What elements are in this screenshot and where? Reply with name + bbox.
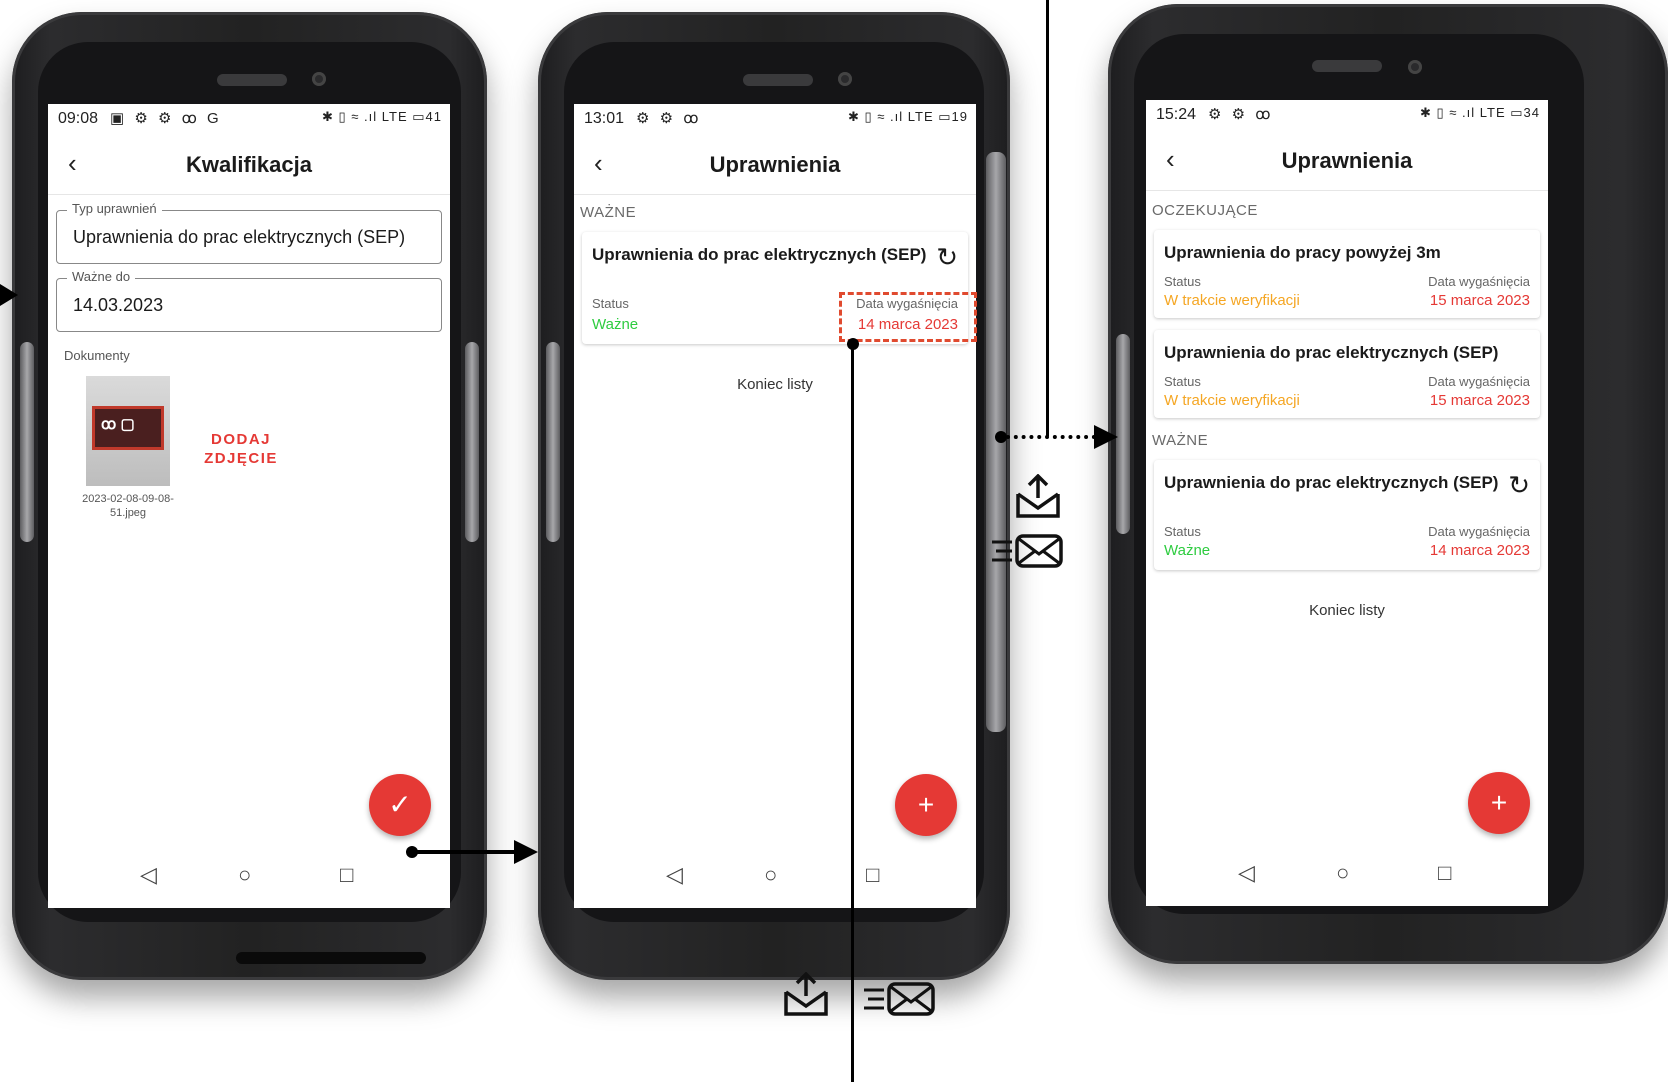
add-button[interactable]: +: [895, 774, 957, 836]
front-camera: [312, 72, 326, 86]
confirm-button[interactable]: ✓: [369, 774, 431, 836]
mail-upload-icon: [782, 971, 830, 1026]
front-camera: [838, 72, 852, 86]
app-bar: ‹ Uprawnienia: [1146, 132, 1548, 191]
earpiece: [217, 74, 287, 86]
nav-home-icon[interactable]: ○: [764, 862, 777, 888]
app-bar: ‹ Kwalifikacja: [48, 136, 450, 195]
status-bar: 09:08 ▣ ⚙ ⚙ ꝏ G ✱ ▯ ≈ .ıl LTE ▭41: [48, 104, 450, 134]
document-thumbnail[interactable]: ꝏ ▢: [86, 376, 170, 486]
status-system-icons: ✱ ▯ ≈ .ıl LTE ▭41: [322, 109, 442, 124]
add-photo-button[interactable]: DODAJ ZDJĘCIE: [196, 430, 286, 468]
mail-upload-icon: [1014, 473, 1062, 528]
connector-line: [1046, 0, 1049, 436]
status-notification-icons: ⚙ ⚙ ꝏ: [636, 110, 702, 127]
fast-mail-icon: [990, 532, 1064, 580]
status-value: Ważne: [1164, 542, 1211, 559]
side-rail: [546, 342, 560, 542]
nav-back-icon[interactable]: ◁: [1238, 860, 1255, 886]
arrow-tip-left: [0, 284, 18, 306]
system-nav-bar: ◁ ○ □: [574, 848, 976, 908]
arrow-head: [514, 840, 538, 864]
status-time: 13:01: [584, 110, 625, 127]
earpiece: [1312, 60, 1382, 72]
card-title: Uprawnienia do pracy powyżej 3m: [1164, 243, 1441, 262]
nav-recent-icon[interactable]: □: [1438, 860, 1451, 886]
expiry-label: Data wygaśnięcia: [1428, 274, 1530, 289]
status-notification-icons: ⚙ ⚙ ꝏ: [1208, 106, 1274, 123]
side-rail: [1116, 334, 1130, 534]
nav-recent-icon[interactable]: □: [340, 862, 353, 888]
connector-line: [412, 850, 516, 854]
phone-base-bar: [236, 952, 426, 964]
screen-uprawnienia-1: 13:01 ⚙ ⚙ ꝏ ✱ ▯ ≈ .ıl LTE ▭19 ‹ Uprawnie…: [574, 104, 976, 908]
add-button[interactable]: +: [1468, 772, 1530, 834]
expiry-label: Data wygaśnięcia: [1428, 374, 1530, 389]
field-label: Ważne do: [67, 269, 136, 284]
document-caption: 2023-02-08-09-08-51.jpeg: [82, 493, 174, 519]
section-pending-header: OCZEKUJĄCE: [1152, 202, 1258, 219]
status-bar: 15:24 ⚙ ⚙ ꝏ ✱ ▯ ≈ .ıl LTE ▭34: [1146, 100, 1548, 130]
status-notification-icons: ▣ ⚙ ⚙ ꝏ G: [110, 110, 222, 127]
valid-until-field[interactable]: Ważne do 14.03.2023: [56, 269, 442, 332]
qualification-type-field[interactable]: Typ uprawnień Uprawnienia do prac elektr…: [56, 201, 442, 264]
section-valid-header: WAŻNE: [580, 204, 637, 221]
status-bar: 13:01 ⚙ ⚙ ꝏ ✱ ▯ ≈ .ıl LTE ▭19: [574, 104, 976, 134]
expiry-label: Data wygaśnięcia: [1428, 524, 1530, 539]
status-system-icons: ✱ ▯ ≈ .ıl LTE ▭34: [1420, 105, 1540, 120]
status-system-icons: ✱ ▯ ≈ .ıl LTE ▭19: [848, 109, 968, 124]
field-value: 14.03.2023: [73, 295, 164, 315]
expiry-value: 15 marca 2023: [1429, 292, 1530, 309]
nav-home-icon[interactable]: ○: [238, 862, 251, 888]
qualification-card[interactable]: Uprawnienia do prac elektrycznych (SEP) …: [1154, 460, 1540, 570]
expiry-value: 15 marca 2023: [1429, 392, 1530, 409]
status-value: W trakcie weryfikacji: [1164, 292, 1300, 309]
badge-image: ꝏ ▢: [92, 406, 164, 450]
refresh-icon[interactable]: ↻: [1508, 470, 1530, 501]
front-camera: [1408, 60, 1422, 74]
refresh-icon[interactable]: ↻: [936, 242, 958, 273]
dotted-connector: [1006, 435, 1096, 439]
app-bar: ‹ Uprawnienia: [574, 136, 976, 195]
page-title: Kwalifikacja: [186, 152, 312, 177]
nav-recent-icon[interactable]: □: [866, 862, 879, 888]
expiry-highlight-box: [839, 292, 977, 342]
status-value: W trakcie weryfikacji: [1164, 392, 1300, 409]
card-title: Uprawnienia do prac elektrycznych (SEP): [592, 245, 927, 264]
end-of-list-label: Koniec listy: [1309, 602, 1385, 619]
documents-label: Dokumenty: [64, 348, 130, 363]
nav-home-icon[interactable]: ○: [1336, 860, 1349, 886]
status-label: Status: [1164, 274, 1201, 289]
expiry-value: 14 marca 2023: [1429, 542, 1530, 559]
field-label: Typ uprawnień: [67, 201, 162, 216]
screen-uprawnienia-2: 15:24 ⚙ ⚙ ꝏ ✱ ▯ ≈ .ıl LTE ▭34 ‹ Uprawnie…: [1146, 100, 1548, 906]
nav-back-icon[interactable]: ◁: [140, 862, 157, 888]
fast-mail-icon: [862, 980, 936, 1028]
section-valid-header: WAŻNE: [1152, 432, 1209, 449]
side-rail: [465, 342, 479, 542]
status-label: Status: [592, 296, 629, 311]
logo-icon: ꝏ ▢: [101, 416, 135, 433]
end-of-list-label: Koniec listy: [737, 376, 813, 393]
nav-back-icon[interactable]: ◁: [666, 862, 683, 888]
pending-card[interactable]: Uprawnienia do prac elektrycznych (SEP) …: [1154, 330, 1540, 418]
system-nav-bar: ◁ ○ □: [1146, 846, 1548, 906]
earpiece: [743, 74, 813, 86]
page-title: Uprawnienia: [1281, 148, 1413, 173]
screen-kwalifikacja: 09:08 ▣ ⚙ ⚙ ꝏ G ✱ ▯ ≈ .ıl LTE ▭41 ‹ Kwal…: [48, 104, 450, 908]
card-title: Uprawnienia do prac elektrycznych (SEP): [1164, 343, 1499, 362]
status-label: Status: [1164, 524, 1201, 539]
side-rail: [20, 342, 34, 542]
status-label: Status: [1164, 374, 1201, 389]
page-title: Uprawnienia: [709, 152, 841, 177]
connector-line: [851, 344, 854, 1082]
system-nav-bar: ◁ ○ □: [48, 848, 450, 908]
arrow-head: [1094, 425, 1118, 449]
status-time: 09:08: [58, 110, 99, 127]
pending-card[interactable]: Uprawnienia do pracy powyżej 3m Status W…: [1154, 230, 1540, 318]
field-value: Uprawnienia do prac elektrycznych (SEP): [73, 227, 406, 247]
status-value: Ważne: [592, 316, 639, 333]
card-title: Uprawnienia do prac elektrycznych (SEP): [1164, 473, 1499, 492]
status-time: 15:24: [1156, 106, 1197, 123]
